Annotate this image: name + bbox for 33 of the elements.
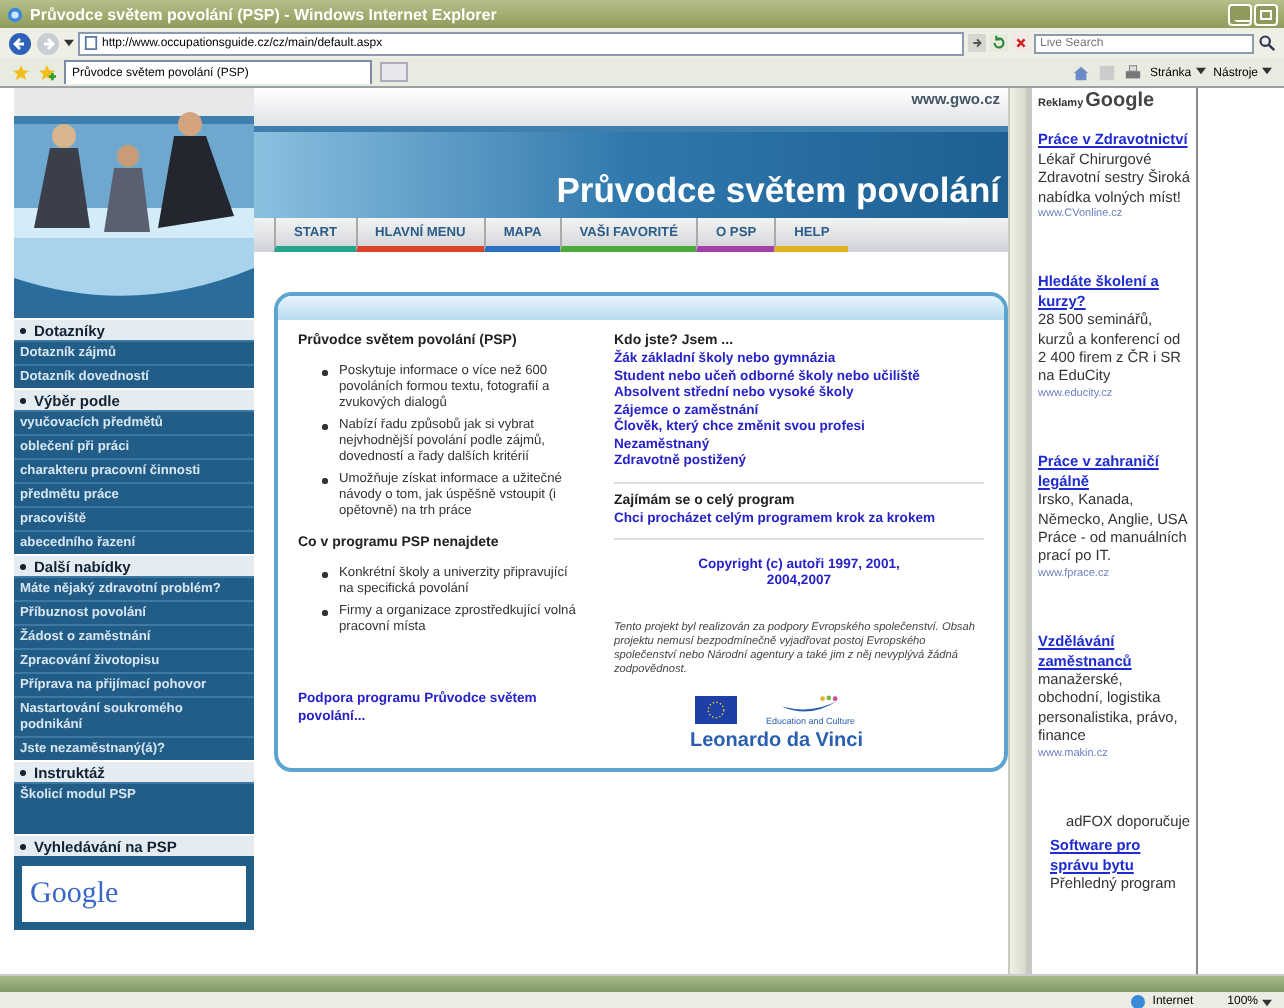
globe-icon bbox=[1130, 994, 1147, 1008]
bullet-icon bbox=[322, 610, 327, 615]
caret-icon bbox=[1262, 997, 1272, 1007]
programme-name: Leonardo da Vinci bbox=[688, 730, 865, 752]
caret-icon bbox=[1262, 65, 1272, 75]
bullet-icon bbox=[322, 424, 327, 429]
google-logo: Google bbox=[1085, 92, 1155, 111]
bullet-icon bbox=[322, 370, 327, 375]
google-logo: Google bbox=[30, 877, 119, 911]
new-tab-button[interactable] bbox=[380, 62, 408, 82]
page-icon bbox=[84, 36, 98, 50]
bullet-icon bbox=[322, 478, 327, 483]
stop-icon[interactable] bbox=[1012, 34, 1030, 52]
home-icon[interactable] bbox=[1071, 63, 1090, 81]
star-icon[interactable] bbox=[12, 63, 30, 81]
maximize-button[interactable] bbox=[1254, 3, 1278, 25]
caret-icon bbox=[1195, 65, 1206, 75]
browser-icon bbox=[6, 5, 24, 23]
swoosh-icon bbox=[778, 694, 843, 716]
search-icon[interactable] bbox=[1258, 34, 1276, 52]
add-favorite-icon[interactable] bbox=[38, 63, 56, 81]
bullet-icon bbox=[322, 572, 327, 577]
scrollbar[interactable] bbox=[1008, 88, 1026, 974]
go-icon[interactable] bbox=[968, 34, 986, 52]
print-icon[interactable] bbox=[1123, 63, 1142, 81]
caret-icon[interactable] bbox=[64, 38, 74, 48]
scrollbar[interactable] bbox=[0, 974, 1284, 992]
refresh-icon[interactable] bbox=[990, 34, 1008, 52]
site-title: Průvodce světem povolání bbox=[556, 170, 1000, 212]
flag-icon bbox=[694, 696, 738, 724]
back-button[interactable] bbox=[8, 31, 32, 55]
window-title: Průvodce světem povolání (PSP) - Windows Internet Explorer bbox=[30, 5, 497, 23]
minimize-button[interactable] bbox=[1228, 3, 1252, 25]
